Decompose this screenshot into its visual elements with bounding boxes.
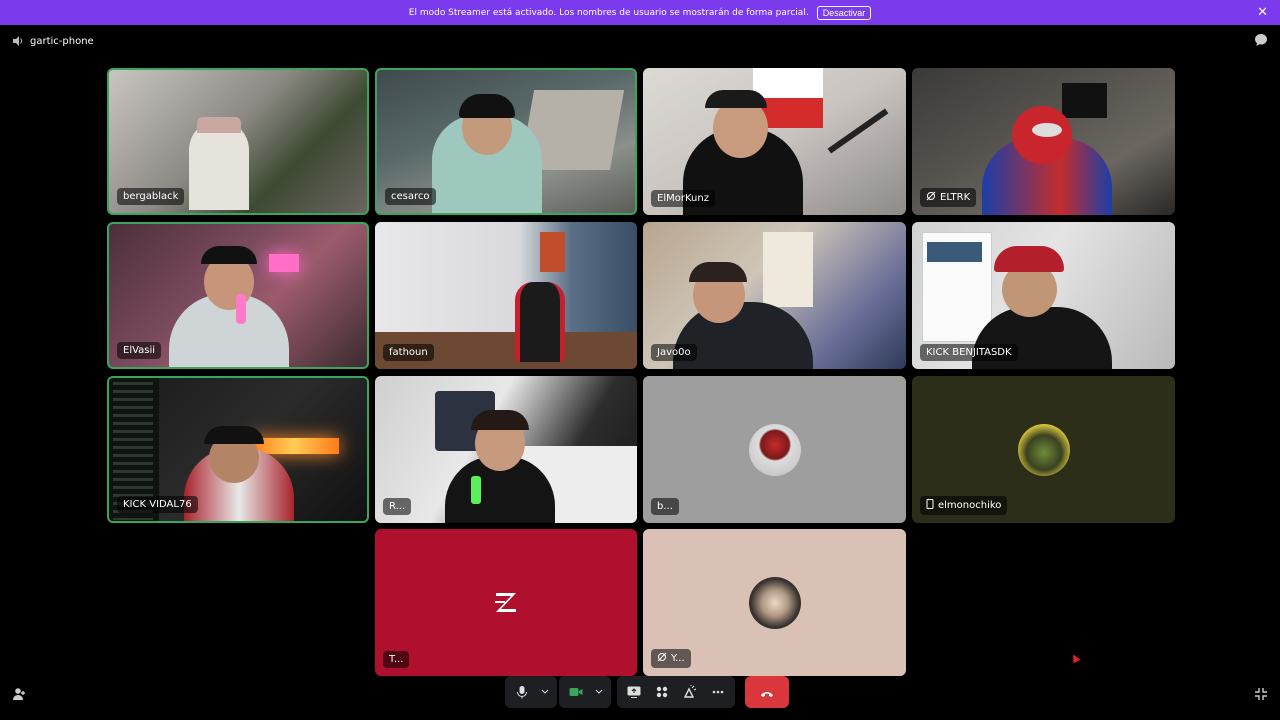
channel-name: gartic-phone bbox=[30, 35, 94, 47]
participant-name: KICK VIDAL76 bbox=[117, 496, 198, 513]
participant-name: bergablack bbox=[117, 188, 185, 205]
participant-name: Javo0o bbox=[651, 344, 697, 361]
camera-icon[interactable] bbox=[565, 681, 587, 703]
stream-off-icon bbox=[657, 652, 667, 665]
avatar bbox=[748, 576, 801, 629]
avatar-tile[interactable]: b... bbox=[643, 376, 906, 523]
video-controls bbox=[559, 676, 611, 708]
video-tile[interactable]: KICK BENJITASDK bbox=[912, 222, 1175, 369]
participant-name: fathoun bbox=[383, 344, 434, 361]
avatar-tile[interactable]: T... bbox=[375, 529, 637, 676]
chevron-down-icon[interactable] bbox=[539, 681, 551, 703]
end-call-icon bbox=[760, 683, 774, 702]
end-call-button[interactable] bbox=[745, 676, 789, 708]
z-logo-icon bbox=[493, 589, 519, 615]
close-icon[interactable]: ✕ bbox=[1257, 5, 1268, 20]
participant-name: ElMorKunz bbox=[651, 190, 715, 207]
video-tile[interactable]: ELTRK bbox=[912, 68, 1175, 215]
video-tile[interactable]: fathoun bbox=[375, 222, 637, 369]
deactivate-button[interactable]: Desactivar bbox=[816, 5, 872, 20]
chevron-down-icon[interactable] bbox=[593, 681, 605, 703]
microphone-icon[interactable] bbox=[511, 681, 533, 703]
participant-name: KICK BENJITASDK bbox=[920, 344, 1018, 361]
speaker-icon bbox=[12, 35, 24, 47]
chat-icon[interactable] bbox=[1254, 33, 1268, 47]
participant-name: cesarco bbox=[385, 188, 436, 205]
video-tile[interactable]: ElMorKunz bbox=[643, 68, 906, 215]
participant-name: R... bbox=[383, 498, 412, 515]
activity-controls bbox=[617, 676, 735, 708]
participant-name: ELTRK bbox=[920, 188, 977, 207]
screen-share-icon[interactable] bbox=[623, 681, 645, 703]
soundboard-icon[interactable] bbox=[679, 681, 701, 703]
invite-icon[interactable] bbox=[12, 686, 26, 700]
stream-off-icon bbox=[926, 191, 936, 204]
video-tile[interactable]: cesarco bbox=[375, 68, 637, 215]
video-tile[interactable]: bergablack bbox=[107, 68, 369, 215]
audio-controls bbox=[505, 676, 557, 708]
more-icon[interactable] bbox=[707, 681, 729, 703]
avatar-tile[interactable]: elmonochiko bbox=[912, 376, 1175, 523]
participant-name: T... bbox=[383, 651, 410, 668]
cursor bbox=[1069, 652, 1081, 664]
participant-name: Y... bbox=[651, 649, 691, 668]
avatar bbox=[748, 423, 801, 476]
streamer-mode-text: El modo Streamer está activado. Los nomb… bbox=[408, 7, 809, 18]
activities-icon[interactable] bbox=[651, 681, 673, 703]
video-tile[interactable]: KICK VIDAL76 bbox=[107, 376, 369, 523]
avatar-tile[interactable]: Y... bbox=[643, 529, 906, 676]
participant-name: ElVasii bbox=[117, 342, 162, 359]
streamer-mode-banner: El modo Streamer está activado. Los nomb… bbox=[0, 0, 1280, 25]
voice-channel-header: gartic-phone bbox=[0, 25, 1280, 57]
mobile-icon bbox=[926, 499, 934, 512]
avatar bbox=[1017, 423, 1070, 476]
participant-name: b... bbox=[651, 498, 679, 515]
minimize-icon[interactable] bbox=[1254, 686, 1268, 700]
video-tile[interactable]: ElVasii bbox=[107, 222, 369, 369]
participant-name: elmonochiko bbox=[920, 496, 1008, 515]
video-tile[interactable]: R... bbox=[375, 376, 637, 523]
video-tile[interactable]: Javo0o bbox=[643, 222, 906, 369]
